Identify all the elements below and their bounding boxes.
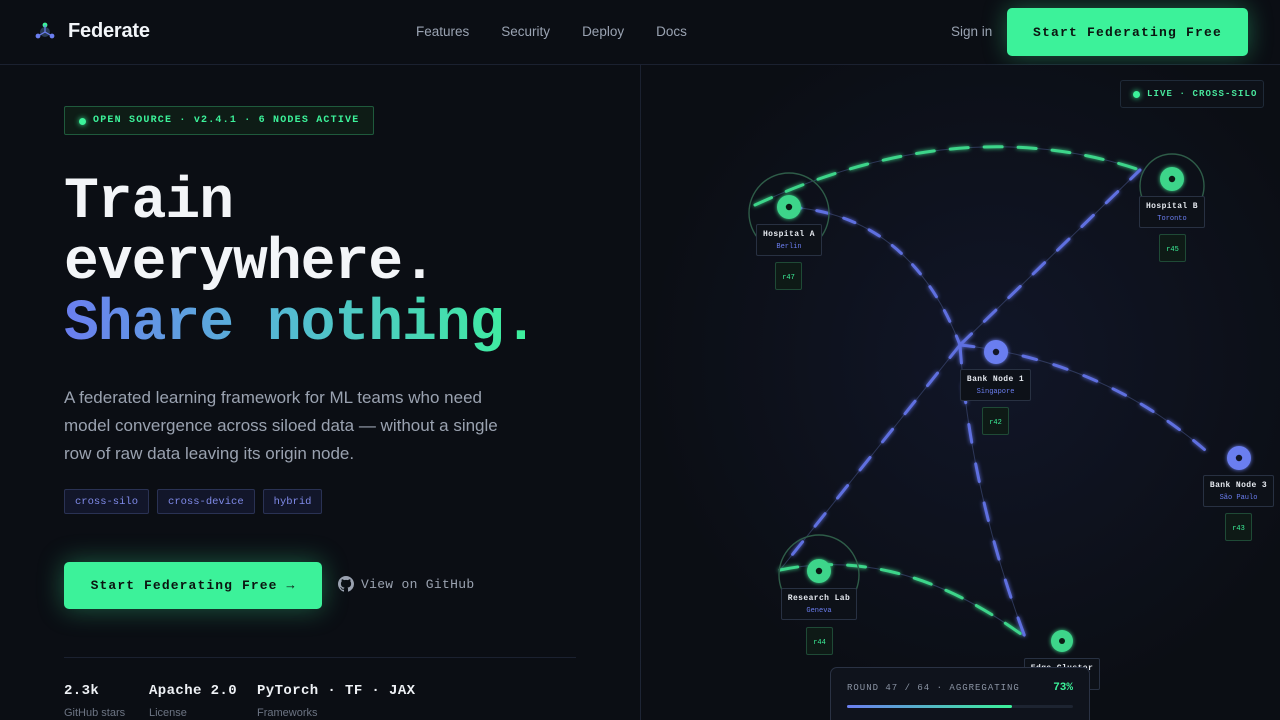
stat-stars: 2.3k GitHub stars [64,683,125,719]
nav-link-docs[interactable]: Docs [656,24,687,39]
federate-logo-icon [35,22,55,38]
tag-cross-silo[interactable]: cross-silo [64,489,150,514]
node-name: Bank Node 3 [1209,481,1268,490]
stat-label: License [149,707,187,719]
node-label-research-lab[interactable]: Research Lab Geneva [781,588,857,620]
node-city: São Paulo [1219,494,1258,502]
stat-label: Frameworks [257,707,318,719]
version-badge: OPEN SOURCE · v2.4.1 · 6 NODES ACTIVE [64,106,375,135]
nav-links: Features Security Deploy Docs [416,24,687,39]
live-status-badge: LIVE · CROSS-SILO [1120,80,1264,108]
node-city: Geneva [806,607,832,615]
stat-license: Apache 2.0 License [149,683,237,719]
stat-frameworks: PyTorch · TF · JAX Frameworks [257,683,415,719]
live-dot-icon [1133,91,1140,98]
nav-link-features[interactable]: Features [416,24,469,39]
stat-value: PyTorch · TF · JAX [257,683,416,699]
hero-start-button[interactable]: Start Federating Free → [64,562,322,609]
round-progress-bar [847,705,1073,708]
node-round-tag: r45 [1159,234,1186,262]
node-city: Toronto [1157,215,1187,223]
hero-title-line-1: Train [64,170,234,235]
live-status-text: LIVE · CROSS-SILO [1147,89,1258,99]
node-name: Bank Node 1 [966,375,1025,384]
node-label-hospital-a[interactable]: Hospital A Berlin [756,224,822,256]
node-city: Singapore [976,388,1015,396]
node-name: Hospital A [762,230,815,239]
github-link[interactable]: View on GitHub [338,576,474,592]
hero-title-line-2: everywhere. [64,231,437,296]
sign-in-link[interactable]: Sign in [951,24,992,39]
stat-value: Apache 2.0 [149,683,238,699]
round-progress-fill [847,705,1012,708]
node-round-tag: r43 [1225,513,1252,541]
node-round-tag: r47 [775,262,802,290]
brand-name: Federate [68,20,150,42]
node-label-hospital-b[interactable]: Hospital B Toronto [1139,196,1205,228]
tag-cross-device[interactable]: cross-device [157,489,255,514]
hero-description: A federated learning framework for ML te… [64,388,498,463]
tag-hybrid[interactable]: hybrid [262,489,323,514]
nav-start-button[interactable]: Start Federating Free [1007,8,1248,56]
round-status-label: ROUND 47 / 64 · AGGREGATING [847,683,1020,693]
node-city: Berlin [776,243,802,251]
nav-link-security[interactable]: Security [501,24,550,39]
stats-divider [64,657,576,658]
round-progress-percent: 73% [1053,682,1073,694]
github-link-label: View on GitHub [361,576,475,592]
github-icon [338,576,354,592]
nav-link-deploy[interactable]: Deploy [582,24,624,39]
round-status-card: ROUND 47 / 64 · AGGREGATING 73% [830,667,1090,720]
node-label-bank-1[interactable]: Bank Node 1 Singapore [960,369,1031,401]
mode-tags: cross-silo cross-device hybrid [64,489,323,514]
node-label-bank-3[interactable]: Bank Node 3 São Paulo [1203,475,1274,507]
node-round-tag: r42 [982,407,1009,435]
node-name: Research Lab [787,594,851,603]
hero-title-line-3: Share nothing. [64,292,538,357]
link-hospital-a-hospital-b [753,145,1142,207]
brand-logo[interactable]: Federate [34,20,150,43]
status-dot-icon [79,118,86,125]
hero-title: Train everywhere. Share nothing. [64,170,538,357]
version-badge-text: OPEN SOURCE · v2.4.1 · 6 NODES ACTIVE [93,115,360,126]
node-name: Hospital B [1145,202,1198,211]
top-nav: Federate Features Security Deploy Docs S… [0,0,1280,65]
stat-value: 2.3k [64,683,100,699]
node-round-tag: r44 [806,627,833,655]
stat-label: GitHub stars [64,707,126,719]
